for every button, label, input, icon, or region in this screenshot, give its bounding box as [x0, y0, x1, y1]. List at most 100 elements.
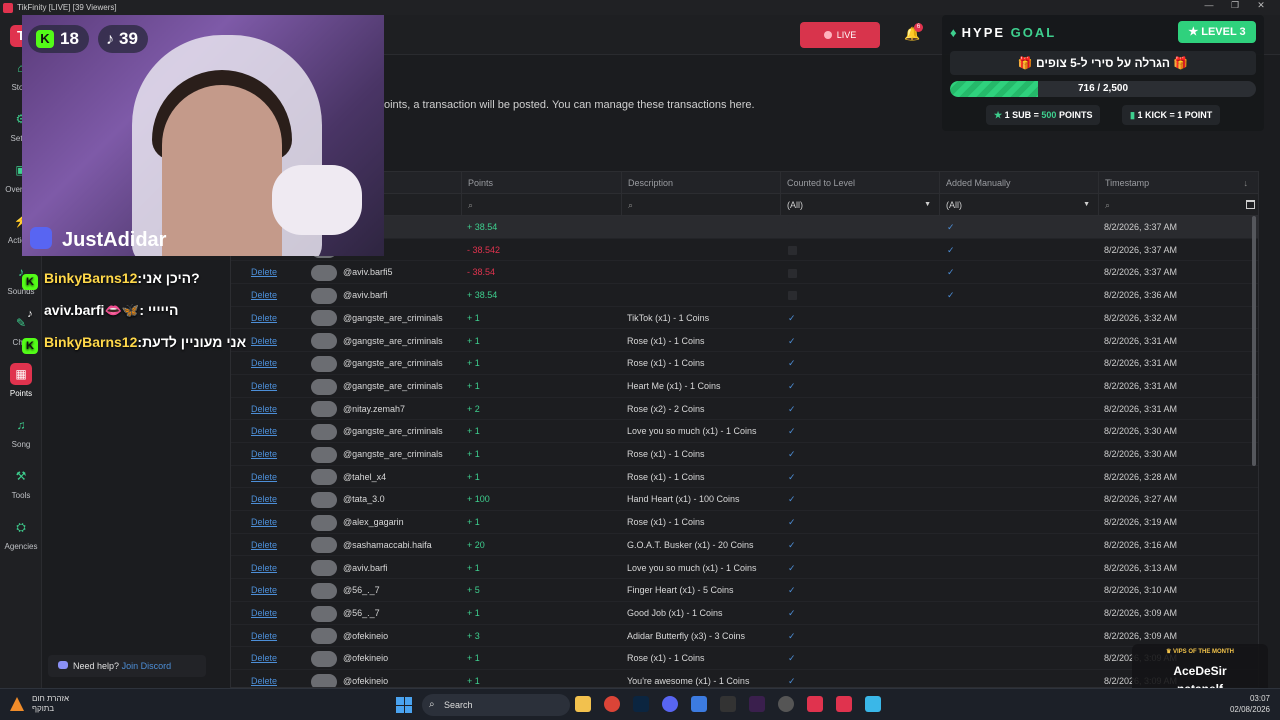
username: @gangste_are_criminals	[343, 426, 443, 437]
chevron-down-icon: ▼	[1083, 201, 1090, 208]
table-row[interactable]: Delete @aviv.barfi + 1 Love you so much (x1…	[231, 557, 1258, 580]
notepad-icon[interactable]	[691, 696, 707, 712]
discord-icon	[58, 661, 68, 669]
delete-link[interactable]: Delete	[251, 449, 277, 459]
delete-link[interactable]: Delete	[251, 653, 277, 663]
goal-title: 🎁 הגרלה על סירי ל-5 צופים 🎁	[950, 51, 1256, 75]
avatar	[311, 492, 337, 509]
timestamp-value: 8/2/2026, 3:31 AM	[1104, 335, 1178, 346]
description-value: Rose (x2) - 2 Coins	[627, 403, 705, 414]
counted-filter-select[interactable]: (All) ▼	[780, 194, 939, 216]
table-row[interactable]: Delete @gangste_are_criminals + 1 TikTok (x…	[231, 307, 1258, 330]
timestamp-value: 8/2/2026, 3:27 AM	[1104, 494, 1178, 505]
manual-filter-select[interactable]: (All) ▼	[939, 194, 1098, 216]
delete-link[interactable]: Delete	[251, 631, 277, 641]
table-row[interactable]: Delete @tahel_x4 + 1 Rose (x1) - 1 Coins ✓ 8/…	[231, 466, 1258, 489]
sidebar-item-tools[interactable]: ⚒ Tools	[0, 461, 42, 507]
calendar-icon[interactable]	[1246, 200, 1255, 209]
delete-link[interactable]: Delete	[251, 608, 277, 618]
table-row[interactable]: Delete @aviv.barfi + 38.54 ✓ 8/2/2026, 3:36 …	[231, 284, 1258, 307]
delete-link[interactable]: Delete	[251, 336, 277, 346]
username: @gangste_are_criminals	[343, 449, 443, 459]
delete-link[interactable]: Delete	[251, 381, 277, 391]
delete-link[interactable]: Delete	[251, 494, 277, 504]
close-button[interactable]: ✕	[1248, 0, 1274, 11]
obs-icon[interactable]	[749, 696, 765, 712]
col-header-points[interactable]: Points	[461, 172, 621, 194]
delete-link[interactable]: Delete	[251, 540, 277, 550]
table-row[interactable]: Delete @nitay.zemah7 + 2 Rose (x2) - 2 Coin…	[231, 398, 1258, 421]
chrome-icon[interactable]	[604, 696, 620, 712]
col-header-counted[interactable]: Counted to Level	[780, 172, 939, 194]
file-explorer-icon[interactable]	[575, 696, 591, 712]
timestamp-value: 8/2/2026, 3:37 AM	[1104, 267, 1178, 278]
table-row[interactable]: Delete @ofekineio + 3 Adidar Butterfly (x3)…	[231, 625, 1258, 648]
table-row[interactable]: Delete @sashamaccabi.haifa + 20 G.O.A.T. Bu…	[231, 534, 1258, 557]
settings-icon[interactable]	[778, 696, 794, 712]
col-header-timestamp[interactable]: Timestamp ↓	[1098, 172, 1258, 194]
timestamp-value: 8/2/2026, 3:37 AM	[1104, 244, 1178, 255]
table-row[interactable]: i5+ 38.54✓8/2/2026, 3:37 AM	[231, 216, 1258, 239]
sidebar-item-label: Agencies	[4, 542, 38, 551]
sort-down-icon[interactable]: ↓	[1244, 172, 1249, 194]
sidebar-item-points[interactable]: ▦ Points	[0, 359, 42, 405]
table-row[interactable]: Delete @ofekineio + 1 Rose (x1) - 1 Coins ✓ 8…	[231, 647, 1258, 670]
check-icon: ✓	[788, 517, 796, 528]
discord-taskbar-icon[interactable]	[662, 696, 678, 712]
delete-link[interactable]: Delete	[251, 358, 277, 368]
table-scrollbar[interactable]	[1252, 216, 1256, 466]
table-row[interactable]: Delete @gangste_are_criminals + 1 Rose (x1)…	[231, 352, 1258, 375]
delete-link[interactable]: Delete	[251, 290, 277, 300]
col-header-description[interactable]: Description	[621, 172, 780, 194]
description-value: G.O.A.T. Busker (x1) - 20 Coins	[627, 539, 754, 550]
microphone	[272, 165, 362, 235]
points-filter-input[interactable]: ⌕	[461, 194, 621, 216]
delete-link[interactable]: Delete	[251, 472, 277, 482]
delete-link[interactable]: Delete	[251, 313, 277, 323]
check-icon: ✓	[788, 380, 796, 391]
sidebar-item-agencies[interactable]: ⛭ Agencies	[0, 512, 42, 558]
windows-start-icon[interactable]	[396, 697, 412, 713]
taskbar-search[interactable]: ⌕ Search	[422, 694, 570, 716]
delete-link[interactable]: Delete	[251, 267, 277, 277]
table-row[interactable]: Delete @gangste_are_criminals + 1 Heart Me …	[231, 375, 1258, 398]
live-button[interactable]: LIVE	[800, 22, 880, 48]
timestamp-filter-input[interactable]: ⌕	[1098, 194, 1258, 216]
col-header-manual[interactable]: Added Manually	[939, 172, 1098, 194]
tikfinity-taskbar-icon[interactable]	[807, 696, 823, 712]
tikfinity-app-icon	[3, 2, 13, 13]
join-discord-link[interactable]: Join Discord	[122, 661, 172, 671]
description-value	[621, 261, 780, 283]
delete-link[interactable]: Delete	[251, 404, 277, 414]
timestamp-value: 8/2/2026, 3:37 AM	[1104, 222, 1178, 232]
windows-taskbar: אזהרת חום בתוקף ⌕ Search 03:07 02/08/2026	[0, 688, 1280, 720]
minimize-button[interactable]: —	[1196, 0, 1222, 11]
delete-link[interactable]: Delete	[251, 517, 277, 527]
delete-link[interactable]: Delete	[251, 676, 277, 686]
description-value	[621, 239, 780, 261]
avatar	[311, 628, 337, 645]
terminal-icon[interactable]	[720, 696, 736, 712]
tiktok-taskbar-icon[interactable]	[836, 696, 852, 712]
table-row[interactable]: Delete @56_._7 + 5 Finger Heart (x1) - 5 Co…	[231, 579, 1258, 602]
photoshop-icon[interactable]	[633, 696, 649, 712]
points-value: + 1	[467, 380, 480, 391]
table-row[interactable]: Delete @gangste_are_criminals + 1 Rose (x1)…	[231, 443, 1258, 466]
description-filter-input[interactable]: ⌕	[621, 194, 780, 216]
sidebar-item-song[interactable]: ♫ Song	[0, 410, 42, 456]
app-icon[interactable]	[865, 696, 881, 712]
delete-link[interactable]: Delete	[251, 563, 277, 573]
delete-link[interactable]: Delete	[251, 585, 277, 595]
table-row[interactable]: Delete @gangste_are_criminals + 1 Love you …	[231, 420, 1258, 443]
username: @ofekineio	[343, 653, 389, 664]
description-value: Rose (x1) - 1 Coins	[627, 358, 705, 369]
table-row[interactable]: Delete @alex_gagarin + 1 Rose (x1) - 1 Coin…	[231, 511, 1258, 534]
table-row[interactable]: Delete @aviv.barfi5 - 38.54 ✓ 8/2/2026, 3:37…	[231, 261, 1258, 285]
maximize-button[interactable]: ❐	[1222, 0, 1248, 11]
delete-link[interactable]: Delete	[251, 426, 277, 436]
table-row[interactable]: Delete @56_._7 + 1 Good Job (x1) - 1 Coins ✓…	[231, 602, 1258, 625]
table-row[interactable]: Delete @ofekineio + 1 You're awesome (x1) -…	[231, 670, 1258, 687]
table-row[interactable]: i5- 38.542✓8/2/2026, 3:37 AM	[231, 239, 1258, 262]
table-row[interactable]: Delete @tata_3.0 + 100 Hand Heart (x1) - 10…	[231, 488, 1258, 512]
table-row[interactable]: Delete @gangste_are_criminals + 1 Rose (x1)…	[231, 330, 1258, 353]
